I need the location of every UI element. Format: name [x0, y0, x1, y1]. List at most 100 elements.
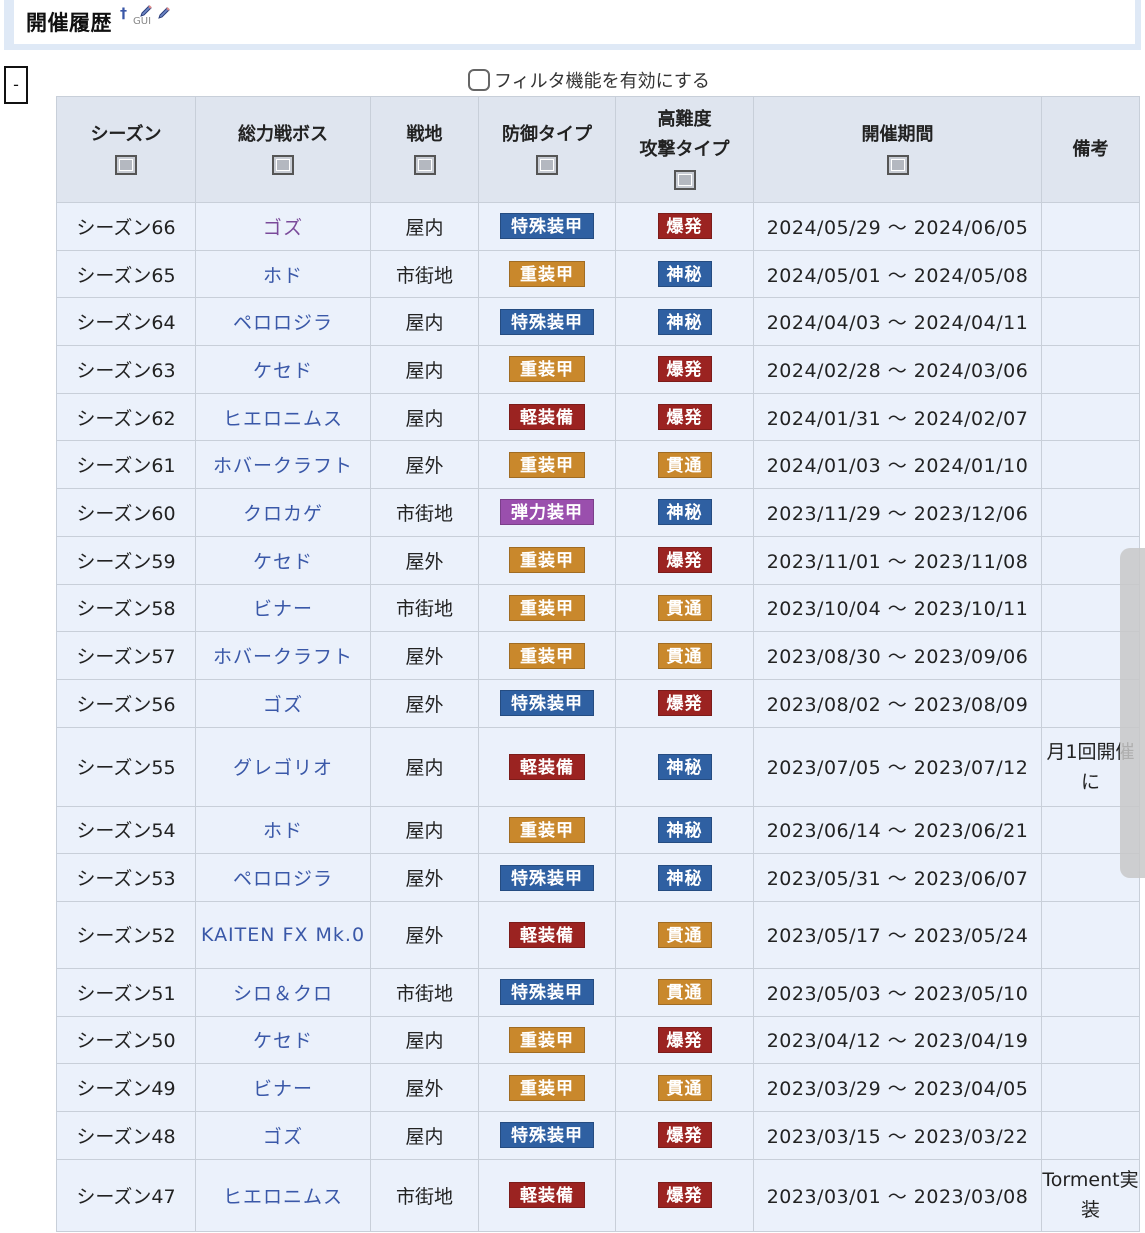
table-row: シーズン51 シロ＆クロ 市街地 特殊装甲 貫通 2023/05/03 〜 2023/05…	[56, 967, 1140, 1017]
boss-link[interactable]: ビナー	[253, 1078, 313, 1100]
defense-type-badge: 特殊装甲	[500, 308, 594, 335]
boss-cell: ゴズ	[195, 1111, 371, 1160]
sort-icon[interactable]	[886, 154, 909, 175]
attack-type-badge: 神秘	[657, 308, 712, 335]
season-cell: シーズン64	[56, 297, 196, 347]
collapse-toggle-button[interactable]: -	[4, 66, 28, 104]
header-attack: 高難度 攻撃タイプ	[615, 96, 754, 203]
filter-toggle[interactable]: フィルタ機能を有効にする	[468, 67, 710, 93]
defense-cell: 重装甲	[478, 583, 616, 633]
field-cell: 屋内	[370, 805, 479, 855]
boss-link[interactable]: ケセド	[253, 1030, 313, 1052]
table-row: シーズン63 ケセド 屋内 重装甲 爆発 2024/02/28 〜 2024/03/06	[56, 345, 1140, 394]
boss-cell: ヒエロニムス	[195, 392, 371, 442]
notes-cell	[1041, 967, 1140, 1017]
field-cell: 屋内	[370, 1111, 479, 1160]
table-row: シーズン59 ケセド 屋外 重装甲 爆発 2023/11/01 〜 2023/11/08	[56, 535, 1140, 585]
notes-cell	[1041, 488, 1140, 537]
defense-cell: 特殊装甲	[478, 678, 616, 728]
field-cell: 屋内	[370, 726, 479, 807]
notes-cell	[1041, 1111, 1140, 1160]
attack-type-badge: 神秘	[657, 864, 712, 891]
attack-cell: 神秘	[615, 488, 754, 537]
boss-cell: ホド	[195, 249, 371, 299]
season-cell: シーズン65	[56, 249, 196, 299]
notes-cell	[1041, 297, 1140, 347]
scrollbar-thumb[interactable]	[1120, 548, 1145, 878]
period-cell: 2024/05/01 〜 2024/05/08	[753, 249, 1042, 299]
period-cell: 2023/10/04 〜 2023/10/11	[753, 583, 1042, 633]
boss-link[interactable]: KAITEN FX Mk.0	[201, 924, 365, 946]
sort-icon[interactable]	[413, 154, 436, 175]
boss-link[interactable]: ヒエロニムス	[223, 408, 343, 430]
boss-link[interactable]: ゴズ	[263, 694, 303, 716]
gui-edit-link[interactable]: GUI	[133, 4, 152, 27]
boss-link[interactable]: ペロロジラ	[233, 312, 333, 334]
plus-link[interactable]: †	[120, 6, 127, 22]
defense-cell: 重装甲	[478, 1015, 616, 1065]
defense-cell: 軽装備	[478, 726, 616, 807]
sort-icon[interactable]	[115, 154, 137, 175]
defense-type-badge: 軽装備	[509, 404, 585, 431]
boss-link[interactable]: ケセド	[253, 551, 313, 573]
sort-icon[interactable]	[673, 169, 696, 190]
boss-link[interactable]: ホド	[263, 265, 303, 287]
boss-link[interactable]: シロ＆クロ	[233, 983, 333, 1005]
period-cell: 2023/03/29 〜 2023/04/05	[753, 1063, 1042, 1112]
field-cell: 屋外	[370, 1063, 479, 1112]
table-body: シーズン66 ゴズ 屋内 特殊装甲 爆発 2024/05/29 〜 2024/06/05 シ…	[56, 202, 1140, 1232]
defense-cell: 重装甲	[478, 345, 616, 394]
boss-cell: ケセド	[195, 535, 371, 585]
attack-cell: 神秘	[615, 249, 754, 299]
period-cell: 2023/06/14 〜 2023/06/21	[753, 805, 1042, 855]
season-cell: シーズン60	[56, 488, 196, 537]
table-row: シーズン52 KAITEN FX Mk.0 屋外 軽装備 貫通 2023/05/17 〜 …	[56, 900, 1140, 969]
defense-type-badge: 重装甲	[509, 642, 585, 669]
field-cell: 屋内	[370, 297, 479, 347]
boss-link[interactable]: ペロロジラ	[233, 868, 333, 890]
header-label: シーズン	[90, 123, 162, 145]
defense-cell: 重装甲	[478, 631, 616, 680]
attack-cell: 神秘	[615, 726, 754, 807]
field-cell: 市街地	[370, 583, 479, 633]
period-cell: 2024/01/03 〜 2024/01/10	[753, 440, 1042, 490]
sort-icon[interactable]	[536, 154, 558, 175]
header-season: シーズン	[56, 96, 196, 203]
field-cell: 屋外	[370, 440, 479, 490]
boss-link[interactable]: ヒエロニムス	[223, 1186, 343, 1208]
boss-cell: ケセド	[195, 345, 371, 394]
filter-checkbox[interactable]	[468, 69, 490, 91]
boss-link[interactable]: ビナー	[253, 598, 313, 620]
season-cell: シーズン66	[56, 202, 196, 251]
field-cell: 屋内	[370, 202, 479, 251]
table-row: シーズン66 ゴズ 屋内 特殊装甲 爆発 2024/05/29 〜 2024/06/05	[56, 202, 1140, 251]
attack-type-badge: 貫通	[657, 642, 712, 669]
attack-cell: 貫通	[615, 631, 754, 680]
defense-cell: 軽装備	[478, 392, 616, 442]
boss-link[interactable]: クロカゲ	[243, 503, 323, 525]
attack-cell: 貫通	[615, 900, 754, 969]
boss-link[interactable]: ゴズ	[263, 217, 303, 239]
field-cell: 屋内	[370, 345, 479, 394]
boss-link[interactable]: ケセド	[253, 360, 313, 382]
boss-link[interactable]: ホバークラフト	[213, 455, 353, 477]
attack-type-badge: 爆発	[657, 1122, 712, 1149]
table-row: シーズン60 クロカゲ 市街地 弾力装甲 神秘 2023/11/29 〜 2023/12/…	[56, 488, 1140, 537]
boss-link[interactable]: ホバークラフト	[213, 646, 353, 668]
period-cell: 2023/04/12 〜 2023/04/19	[753, 1015, 1042, 1065]
pencil-icon[interactable]	[157, 6, 171, 20]
attack-type-badge: 爆発	[657, 404, 712, 431]
boss-link[interactable]: ホド	[263, 820, 303, 842]
attack-type-badge: 爆発	[657, 690, 712, 717]
field-cell: 屋内	[370, 392, 479, 442]
field-cell: 市街地	[370, 1158, 479, 1232]
attack-cell: 爆発	[615, 202, 754, 251]
defense-cell: 重装甲	[478, 440, 616, 490]
season-cell: シーズン52	[56, 900, 196, 969]
sort-icon[interactable]	[272, 154, 294, 175]
season-cell: シーズン53	[56, 853, 196, 902]
table-row: シーズン48 ゴズ 屋内 特殊装甲 爆発 2023/03/15 〜 2023/03/22	[56, 1111, 1140, 1160]
defense-cell: 軽装備	[478, 900, 616, 969]
boss-link[interactable]: グレゴリオ	[233, 757, 333, 779]
boss-link[interactable]: ゴズ	[263, 1126, 303, 1148]
